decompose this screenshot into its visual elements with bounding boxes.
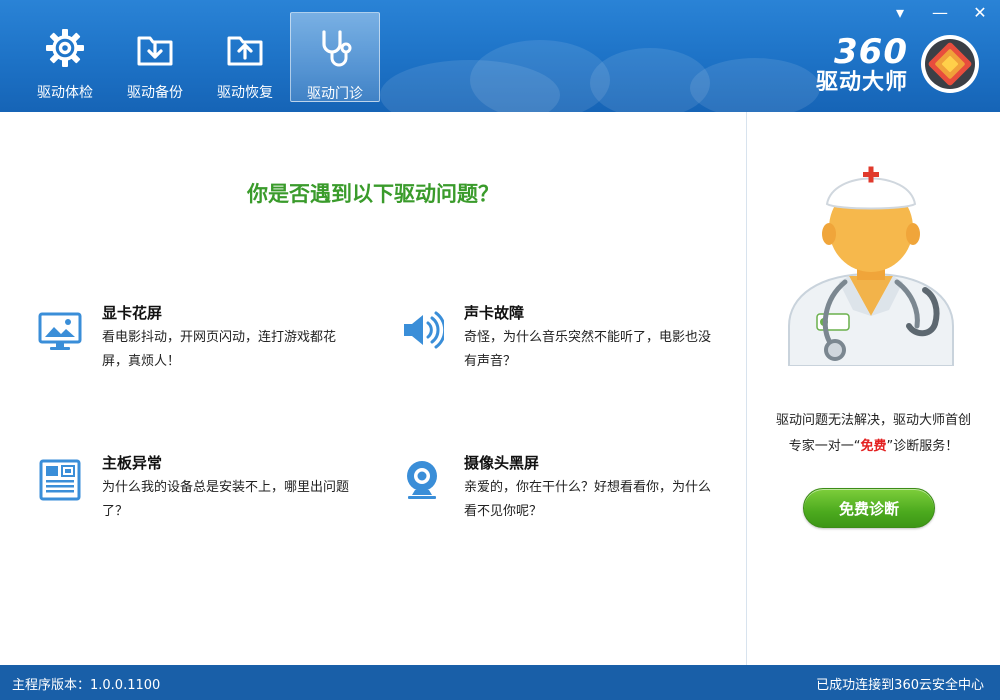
gear-icon [43, 26, 87, 70]
issue-sound: 声卡故障 奇怪，为什么音乐突然不能听了，电影也没有声音？ [400, 302, 730, 402]
header-cloud [690, 58, 820, 112]
monitor-image-icon [38, 308, 82, 352]
nav-label: 驱动恢复 [217, 85, 273, 101]
brand-logo: 360 驱动大师 [816, 30, 982, 102]
window-controls: ▾ — ✕ [880, 0, 1000, 24]
header-bar: ▾ — ✕ 驱动体检 驱动备份 驱动恢复 驱动门诊 360 驱动大师 [0, 0, 1000, 112]
app-window: ▾ — ✕ 驱动体检 驱动备份 驱动恢复 驱动门诊 360 驱动大师 你是否遇到… [0, 0, 1000, 700]
issue-graphics: 显卡花屏 看电影抖动，开网页闪动，连打游戏都花屏，真烦人！ [38, 302, 368, 402]
issue-title: 主板异常 [102, 454, 163, 472]
issue-motherboard: 主板异常 为什么我的设备总是安装不上，哪里出问题了？ [38, 452, 368, 552]
connection-status: 已成功连接到360云安全中心 [816, 678, 984, 693]
close-button[interactable]: ✕ [960, 0, 1000, 24]
doctor-illustration [779, 156, 963, 367]
close-icon: ✕ [973, 2, 987, 22]
header-cloud [470, 40, 610, 112]
expert-service-text: 驱动问题无法解决，驱动大师首创 专家一对一“免费”诊断服务！ [747, 408, 1000, 460]
main-nav: 驱动体检 驱动备份 驱动恢复 驱动门诊 [20, 12, 380, 102]
stethoscope-icon [313, 27, 357, 71]
nav-item-driver-restore[interactable]: 驱动恢复 [200, 12, 290, 102]
expert-panel: 驱动问题无法解决，驱动大师首创 专家一对一“免费”诊断服务！ 免费诊断 [747, 112, 1000, 665]
speaker-icon [400, 308, 447, 352]
minimize-icon: — [932, 2, 948, 22]
chevron-down-icon: ▾ [895, 2, 905, 22]
issue-description: 亲爱的，你在干什么？好想看看你，为什么看不见你呢？ [464, 480, 712, 519]
nav-item-driver-clinic[interactable]: 驱动门诊 [290, 12, 380, 102]
page-title: 你是否遇到以下驱动问题？ [247, 182, 499, 206]
restore-upload-icon [223, 26, 267, 70]
issue-webcam: 摄像头黑屏 亲爱的，你在干什么？好想看看你，为什么看不见你呢？ [400, 452, 730, 552]
brand-number: 360 [834, 32, 908, 72]
service-line-1: 驱动问题无法解决，驱动大师首创 [775, 413, 971, 428]
minimize-button[interactable]: — [920, 0, 960, 24]
issue-title: 声卡故障 [464, 304, 525, 322]
clinic-content: 你是否遇到以下驱动问题？ 显卡花屏 看电影抖动，开网页闪动，连打游戏都花屏，真烦… [0, 112, 747, 665]
menu-dropdown-button[interactable]: ▾ [880, 0, 920, 24]
webcam-icon [400, 458, 444, 502]
issue-description: 为什么我的设备总是安装不上，哪里出问题了？ [102, 480, 350, 519]
nav-label: 驱动体检 [37, 85, 93, 101]
nav-label: 驱动门诊 [307, 86, 363, 102]
version-text: 主程序版本：1.0.0.1100 [12, 678, 161, 693]
nav-item-driver-backup[interactable]: 驱动备份 [110, 12, 200, 102]
gpu-chip-icon [918, 32, 982, 100]
brand-name: 驱动大师 [815, 70, 908, 95]
issue-title: 显卡花屏 [102, 304, 163, 322]
issue-description: 看电影抖动，开网页闪动，连打游戏都花屏，真烦人！ [102, 330, 337, 369]
free-highlight: 免费 [860, 439, 887, 454]
free-diagnosis-button[interactable]: 免费诊断 [803, 488, 935, 528]
status-bar: 主程序版本：1.0.0.1100 已成功连接到360云安全中心 [0, 665, 1000, 700]
issue-title: 摄像头黑屏 [464, 454, 540, 472]
motherboard-icon [38, 458, 82, 502]
backup-download-icon [133, 26, 177, 70]
nav-item-driver-checkup[interactable]: 驱动体检 [20, 12, 110, 102]
service-line-2: 专家一对一“免费”诊断服务！ [788, 439, 959, 454]
issue-description: 奇怪，为什么音乐突然不能听了，电影也没有声音？ [464, 330, 712, 369]
nav-label: 驱动备份 [127, 85, 183, 101]
